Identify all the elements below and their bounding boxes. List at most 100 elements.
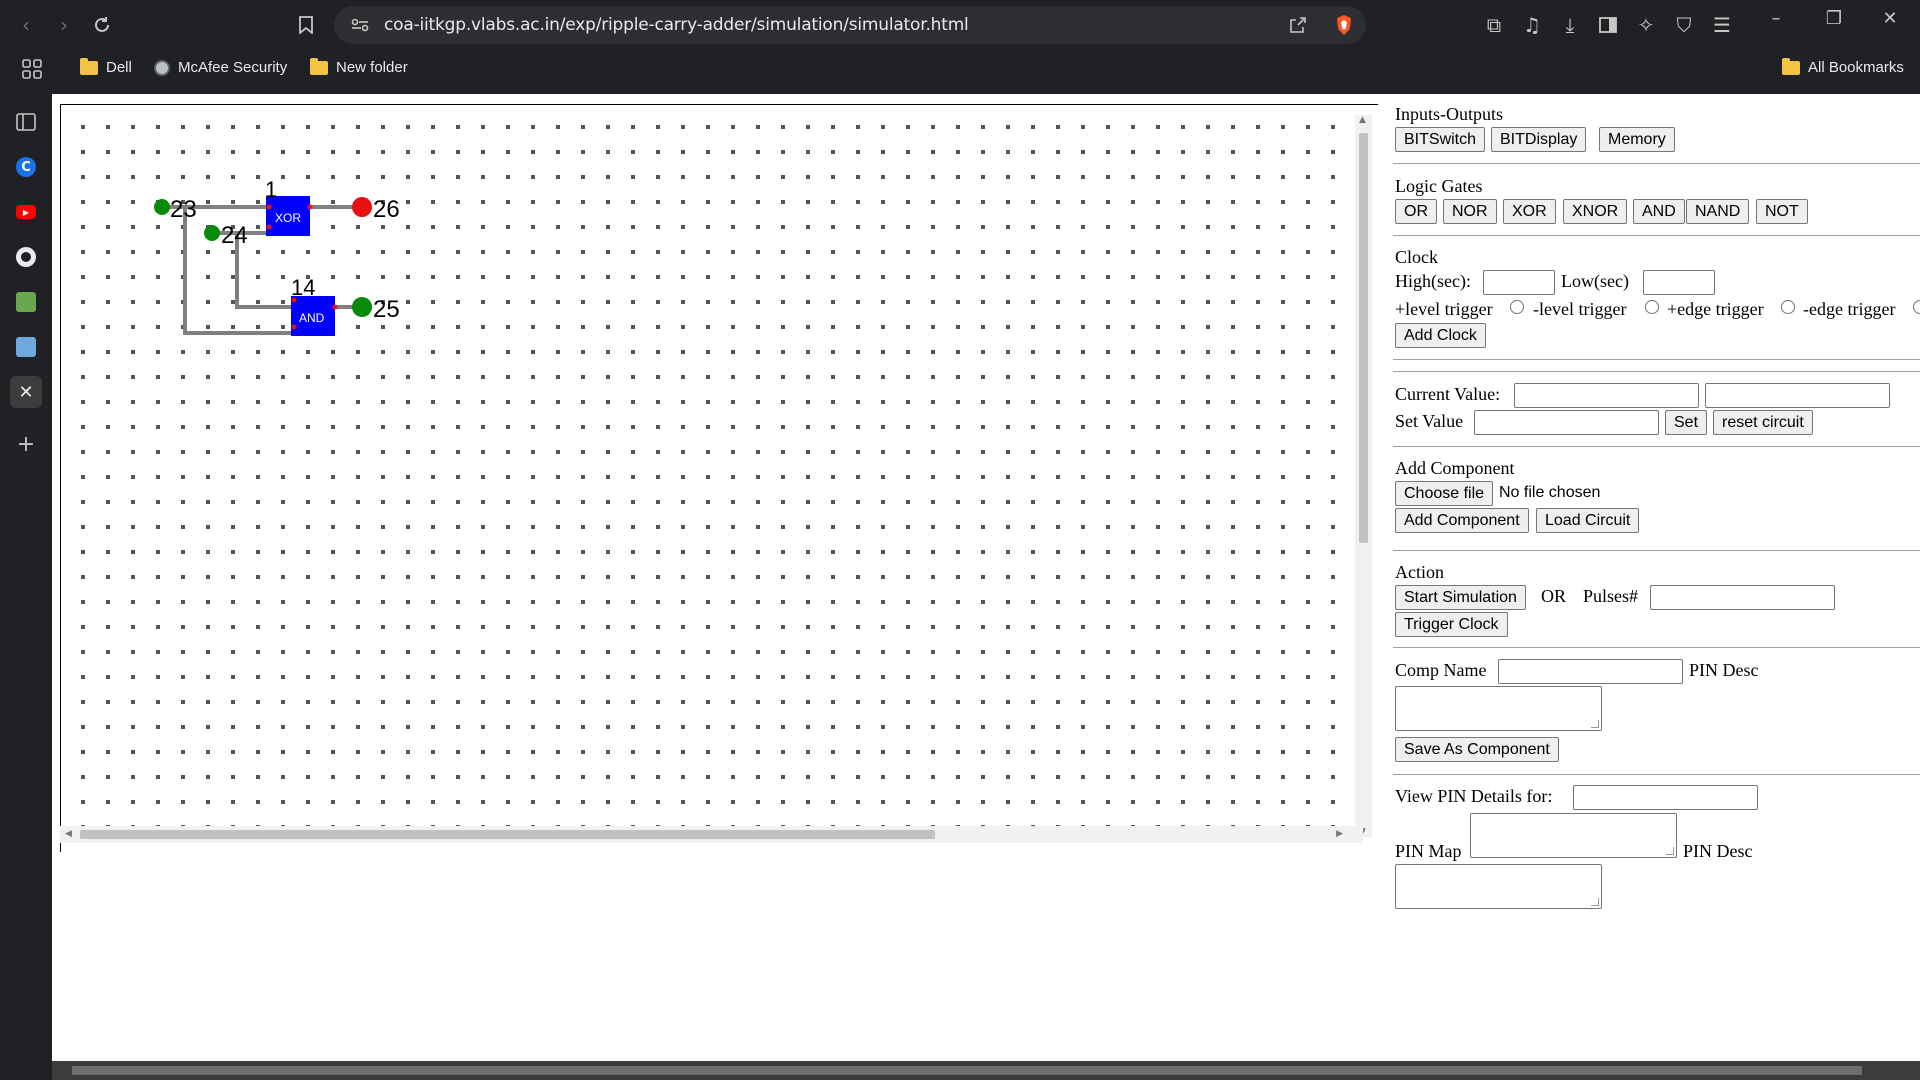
leo-ai-icon[interactable]: ✧ bbox=[1630, 9, 1662, 41]
add-panel-icon[interactable]: + bbox=[10, 428, 42, 460]
control-panel: Inputs-Outputs BITSwitch BITDisplay Memo… bbox=[1393, 94, 1920, 1054]
current-value-input[interactable] bbox=[1514, 383, 1699, 408]
set-button[interactable]: Set bbox=[1665, 410, 1708, 435]
bookmark-label: McAfee Security bbox=[178, 59, 288, 76]
youtube-icon[interactable]: ▶ bbox=[10, 196, 42, 228]
output-display-26[interactable] bbox=[352, 197, 372, 217]
forward-icon[interactable]: › bbox=[48, 9, 80, 41]
share-icon[interactable] bbox=[1282, 9, 1314, 41]
sidebar-panel-icon[interactable] bbox=[10, 106, 42, 138]
site-settings-icon[interactable] bbox=[344, 9, 376, 41]
page-horizontal-scroll-thumb[interactable] bbox=[72, 1066, 1862, 1075]
trigger-radio-pos-level[interactable] bbox=[1510, 300, 1524, 314]
node-label-26: 26 bbox=[373, 196, 400, 223]
music-icon[interactable]: ♫ bbox=[1516, 9, 1548, 41]
apps-grid-icon[interactable] bbox=[16, 53, 48, 85]
pin-desc-textarea-2[interactable] bbox=[1395, 864, 1602, 909]
choose-file-button[interactable]: Choose file bbox=[1395, 481, 1494, 506]
vpn-icon[interactable]: ⛉ bbox=[1668, 9, 1700, 41]
pin-map-textarea[interactable] bbox=[1470, 813, 1677, 858]
nor-gate-button[interactable]: NOR bbox=[1443, 199, 1497, 224]
extensions-icon[interactable]: ⧉ bbox=[1478, 9, 1510, 41]
folder-icon bbox=[80, 57, 98, 75]
reload-icon[interactable] bbox=[86, 9, 118, 41]
bookmark-icon[interactable] bbox=[290, 9, 322, 41]
canvas-horizontal-scroll-thumb[interactable] bbox=[80, 830, 935, 839]
xor-pin[interactable] bbox=[266, 204, 272, 210]
add-clock-button[interactable]: Add Clock bbox=[1395, 323, 1486, 348]
divider bbox=[1393, 647, 1920, 648]
brave-shields-icon[interactable] bbox=[1332, 13, 1356, 37]
xor-pin[interactable] bbox=[307, 204, 313, 210]
all-bookmarks[interactable]: All Bookmarks bbox=[1782, 57, 1904, 76]
divider bbox=[1393, 359, 1920, 360]
trigger-radio-neg-level[interactable] bbox=[1645, 300, 1659, 314]
bookmark-new-folder[interactable]: New folder bbox=[310, 57, 408, 76]
input-switch-23[interactable] bbox=[154, 199, 170, 215]
minimize-icon[interactable]: – bbox=[1756, 4, 1796, 32]
circuit-canvas[interactable]: XOR AND 1 14 23 24 26 25 ▲ ▼ bbox=[60, 104, 1378, 852]
reset-circuit-button[interactable]: reset circuit bbox=[1713, 410, 1813, 435]
scroll-up-icon[interactable]: ▲ bbox=[1359, 115, 1366, 125]
c-app-icon[interactable]: C bbox=[10, 151, 42, 183]
save-as-component-button[interactable]: Save As Component bbox=[1395, 737, 1559, 762]
io-title: Inputs-Outputs bbox=[1395, 104, 1503, 124]
sidebar-toggle-icon[interactable] bbox=[1592, 9, 1624, 41]
url-text[interactable]: coa-iitkgp.vlabs.ac.in/exp/ripple-carry-… bbox=[384, 15, 969, 35]
and-gate-button[interactable]: AND bbox=[1633, 199, 1685, 224]
bookmark-label: Dell bbox=[106, 59, 132, 76]
bookmark-mcafee[interactable]: McAfee Security bbox=[154, 59, 287, 76]
canvas-vertical-scroll-thumb[interactable] bbox=[1359, 133, 1368, 543]
close-app-icon[interactable]: ✕ bbox=[10, 376, 42, 408]
set-value-input[interactable] bbox=[1474, 410, 1659, 435]
canvas-horizontal-scrollbar[interactable]: ◀ ▶ bbox=[60, 826, 1363, 843]
address-bar[interactable]: coa-iitkgp.vlabs.ac.in/exp/ripple-carry-… bbox=[334, 6, 1366, 44]
memory-button[interactable]: Memory bbox=[1599, 127, 1675, 152]
trigger-radio-neg-edge[interactable] bbox=[1913, 300, 1920, 314]
bitswitch-button[interactable]: BITSwitch bbox=[1395, 127, 1486, 152]
output-display-25[interactable] bbox=[352, 297, 372, 317]
close-window-icon[interactable]: ✕ bbox=[1870, 4, 1910, 32]
trigger-clock-button[interactable]: Trigger Clock bbox=[1395, 612, 1508, 637]
xor-gate-button[interactable]: XOR bbox=[1503, 199, 1556, 224]
xnor-gate-button[interactable]: XNOR bbox=[1563, 199, 1628, 224]
bitdisplay-button[interactable]: BITDisplay bbox=[1491, 127, 1587, 152]
trigger-radio-pos-edge[interactable] bbox=[1781, 300, 1795, 314]
menu-icon[interactable]: ☰ bbox=[1706, 9, 1738, 41]
start-simulation-button[interactable]: Start Simulation bbox=[1395, 585, 1526, 610]
canvas-vertical-scrollbar[interactable]: ▲ ▼ bbox=[1355, 115, 1372, 837]
not-gate-button[interactable]: NOT bbox=[1756, 199, 1808, 224]
logic-gates-title: Logic Gates bbox=[1395, 176, 1483, 196]
maximize-icon[interactable]: ❐ bbox=[1814, 4, 1854, 32]
browser-toolbar: ‹ › coa-iitkgp.vlabs.ac.in/exp/ripple-ca… bbox=[0, 0, 1920, 50]
view-pin-details-input[interactable] bbox=[1573, 785, 1758, 810]
pin-desc-textarea[interactable] bbox=[1395, 686, 1602, 731]
page-horizontal-scrollbar[interactable] bbox=[52, 1061, 1920, 1080]
download-icon[interactable]: ⤓ bbox=[1554, 9, 1586, 41]
image-app-icon[interactable] bbox=[10, 286, 42, 318]
action-title: Action bbox=[1395, 562, 1444, 582]
nand-gate-button[interactable]: NAND bbox=[1686, 199, 1750, 224]
divider bbox=[1393, 550, 1920, 551]
comp-name-input[interactable] bbox=[1498, 659, 1683, 684]
high-sec-input[interactable] bbox=[1483, 270, 1555, 295]
load-circuit-button[interactable]: Load Circuit bbox=[1536, 508, 1640, 533]
current-value-input-2[interactable] bbox=[1705, 383, 1890, 408]
trigger-label-pos-edge: +edge trigger bbox=[1667, 299, 1764, 319]
scroll-right-icon[interactable]: ▶ bbox=[1336, 829, 1343, 839]
and-pin[interactable] bbox=[332, 304, 338, 310]
input-switch-24[interactable] bbox=[204, 225, 220, 241]
low-sec-input[interactable] bbox=[1643, 270, 1715, 295]
pulses-input[interactable] bbox=[1650, 585, 1835, 610]
xor-pin[interactable] bbox=[266, 224, 272, 230]
or-gate-button[interactable]: OR bbox=[1395, 199, 1437, 224]
trigger-label-pos-level: +level trigger bbox=[1395, 299, 1493, 319]
node-label-24: 24 bbox=[221, 222, 248, 249]
image-app-icon-2[interactable] bbox=[10, 331, 42, 363]
and-pin[interactable] bbox=[291, 324, 297, 330]
add-component-button[interactable]: Add Component bbox=[1395, 508, 1529, 533]
scroll-left-icon[interactable]: ◀ bbox=[65, 829, 72, 839]
back-icon[interactable]: ‹ bbox=[10, 9, 42, 41]
github-icon[interactable] bbox=[10, 241, 42, 273]
bookmark-dell[interactable]: Dell bbox=[80, 57, 132, 76]
